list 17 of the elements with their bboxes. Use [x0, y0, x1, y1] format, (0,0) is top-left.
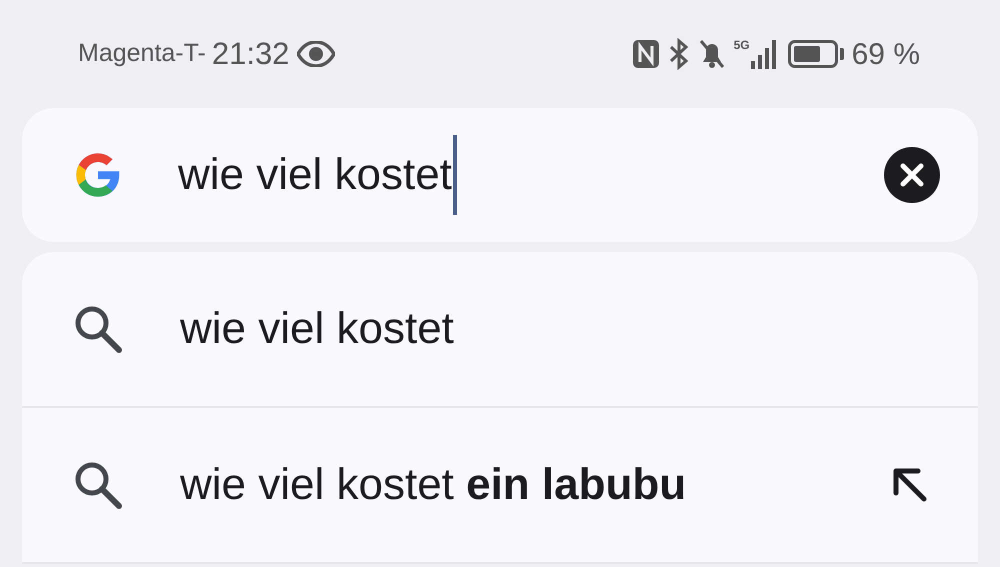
clear-icon[interactable] [884, 147, 940, 203]
battery-icon [788, 40, 838, 68]
nfc-icon [632, 39, 660, 69]
eye-icon [297, 41, 336, 67]
suggestion-text: wie viel kostet [180, 303, 455, 355]
signal-icon [750, 39, 776, 69]
battery-percent: 69 % [852, 36, 920, 72]
suggestion-row[interactable]: wie viel kostet ein labubu [22, 408, 978, 564]
suggestion-text: wie viel kostet ein labubu [180, 459, 688, 511]
carrier-name: Magenta-T- [78, 38, 206, 70]
query-text: wie viel kostet [178, 153, 452, 197]
muted-bell-icon [698, 38, 726, 70]
bluetooth-icon [668, 38, 690, 70]
suggestion-row[interactable]: wie viel kostet [22, 252, 978, 408]
network-type: 5G [734, 39, 750, 51]
search-field[interactable]: wie viel kostet [22, 108, 978, 242]
clock: 21:32 [212, 34, 290, 73]
